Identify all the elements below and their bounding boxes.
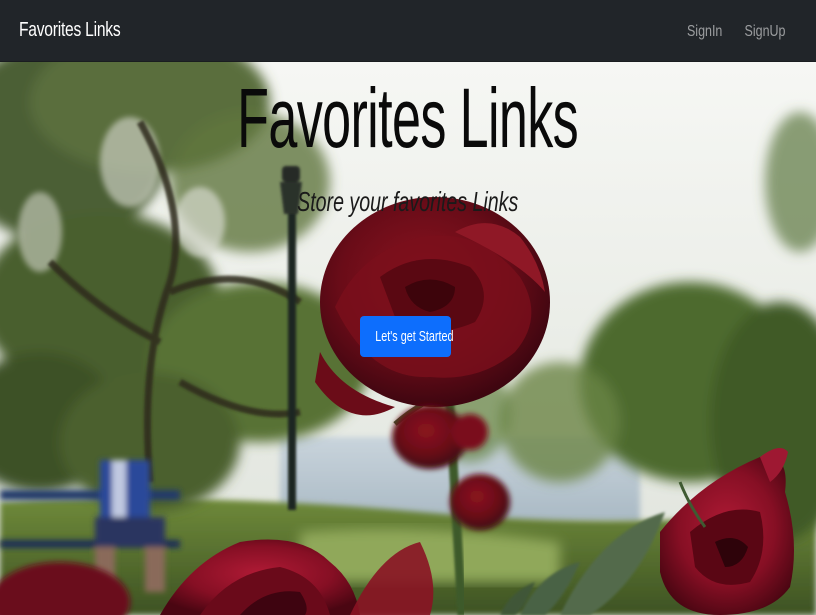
page: Favorites Links SignIn SignUp Favorites … bbox=[0, 0, 816, 615]
get-started-button[interactable]: Let's get Started bbox=[360, 316, 454, 357]
brand-link[interactable]: Favorites Links bbox=[19, 19, 121, 42]
signup-link[interactable]: SignUp bbox=[744, 23, 785, 41]
hero-section: Favorites Links Store your favorites Lin… bbox=[0, 62, 816, 615]
hero-title: Favorites Links bbox=[237, 71, 579, 165]
nav-links: SignIn SignUp bbox=[677, 23, 785, 41]
signin-link[interactable]: SignIn bbox=[687, 23, 722, 41]
hero-subtitle: Store your favorites Links bbox=[297, 186, 519, 217]
navbar: Favorites Links SignIn SignUp bbox=[0, 0, 816, 62]
get-started-label: Let's get Started bbox=[375, 328, 454, 345]
